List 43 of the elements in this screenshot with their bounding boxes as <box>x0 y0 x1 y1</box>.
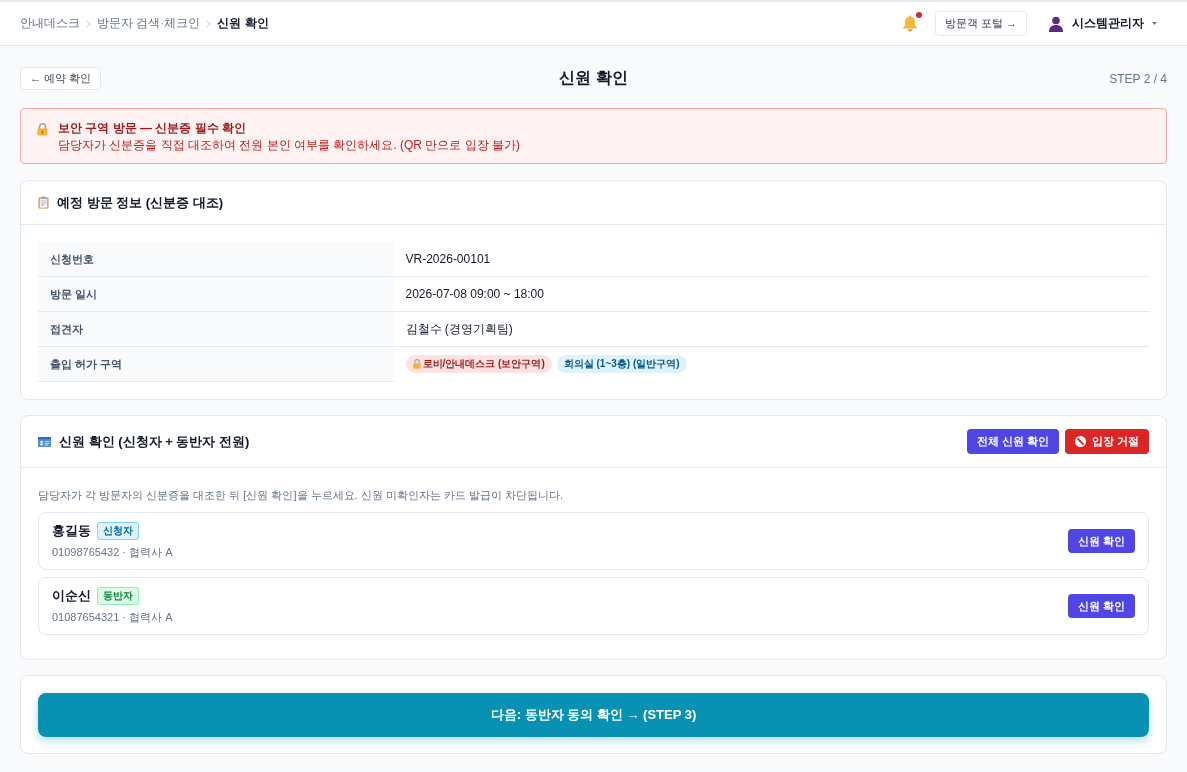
caret-icon <box>1152 22 1157 25</box>
breadcrumb-item[interactable]: 안내데스크 <box>20 15 80 32</box>
table-cell: 김철수 (경영기획팀) <box>393 311 1149 347</box>
confirm-identity-button[interactable]: 신원 확인 <box>1067 529 1135 553</box>
zone-tag: 로비/안내데스크 (보안구역) <box>405 355 552 374</box>
visitor-detail: 01087654321 · 협력사 A <box>52 610 173 625</box>
id-card-icon <box>38 436 51 447</box>
user-name[interactable]: 시스템관리자 <box>1072 15 1144 32</box>
no-entry-icon <box>1074 436 1086 447</box>
row-label: 접견자 <box>38 311 394 347</box>
alert-message: 담당자가 신분증을 직접 대조하여 전원 본인 여부를 확인하세요. (QR 만으로 입장 불가) <box>58 137 520 154</box>
table-cell: 2026-07-08 09:00 ~ 18:00 <box>393 276 1149 312</box>
clipboard-icon <box>38 196 49 209</box>
role-badge: 신청자 <box>97 522 139 540</box>
row-label: 방문 일시 <box>38 276 394 312</box>
zone-tag: 회의실 (1~3층) (일반구역) <box>556 355 687 374</box>
chevron-icon <box>206 19 212 28</box>
visitor-detail: 01098765432 · 협력사 A <box>52 545 173 560</box>
confirm-identity-button[interactable]: 신원 확인 <box>1067 594 1135 618</box>
alert-title: 보안 구역 방문 — 신분증 필수 확인 <box>58 120 247 137</box>
row-label: 출입 허가 구역 <box>38 346 394 382</box>
visitor-name: 홍길동 <box>52 522 91 540</box>
chevron-icon <box>86 19 91 28</box>
back-button[interactable]: ← 예약 확인 <box>20 67 102 90</box>
next-step-button[interactable]: 다음: 동반자 동의 확인 → (STEP 3) <box>38 693 1149 737</box>
breadcrumb-item[interactable]: 방문자 검색·체크인 <box>97 15 201 32</box>
instruction-text: 담당자가 각 방문자의 신분증을 대조한 뒤 [신원 확인]을 누르세요. 신원 미확인자는 카드 발급이 차단됩니다. <box>38 488 564 503</box>
user-icon <box>1049 15 1063 32</box>
page-title: 신원 확인 <box>559 68 628 88</box>
portal-button[interactable]: 방문객 포털 → <box>934 11 1027 36</box>
reject-entry-button[interactable]: 입장 거절 <box>1064 429 1149 454</box>
role-badge: 동반자 <box>97 587 139 605</box>
visitor-name: 이순신 <box>52 587 91 605</box>
card-title: 예정 방문 정보 (신분증 대조) <box>57 193 224 212</box>
table-cell: VR-2026-00101 <box>393 242 1149 277</box>
breadcrumb-item: 신원 확인 <box>217 15 269 32</box>
step-indicator: STEP 2 / 4 <box>1109 71 1167 86</box>
lock-icon <box>37 123 48 136</box>
confirm-all-button[interactable]: 전체 신원 확인 <box>966 429 1059 454</box>
row-label: 신청번호 <box>38 242 394 277</box>
card-title: 신원 확인 (신청자 + 동반자 전원) <box>59 432 250 451</box>
bell-icon <box>901 15 918 32</box>
lock-icon <box>412 359 421 370</box>
